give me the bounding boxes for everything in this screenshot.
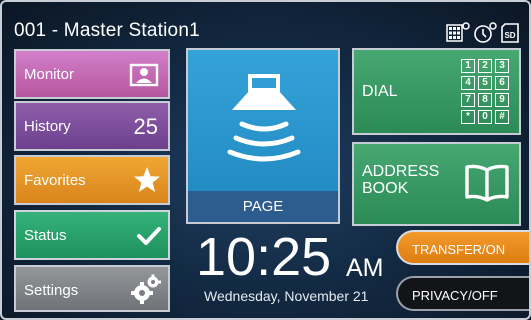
- speaker-broadcast-icon: [227, 74, 301, 162]
- keypad-key: *: [461, 110, 475, 124]
- page-button[interactable]: PAGE: [186, 48, 340, 224]
- keypad-key: #: [495, 110, 509, 124]
- keypad-key: 4: [461, 76, 475, 90]
- transfer-toggle[interactable]: TRANSFER/ON: [396, 230, 531, 265]
- keypad-key: 9: [495, 93, 509, 107]
- address-book-label-line2: BOOK: [362, 180, 409, 197]
- book-icon: [465, 164, 509, 202]
- keypad-key: 1: [461, 59, 475, 73]
- monitor-label: Monitor: [24, 66, 75, 83]
- keypad-icon: 1 2 3 4 5 6 7 8 9 * 0 #: [461, 59, 511, 125]
- keypad-key: 3: [495, 59, 509, 73]
- dial-button[interactable]: DIAL 1 2 3 4 5 6 7 8 9 * 0 #: [352, 48, 521, 135]
- svg-text:SD: SD: [504, 31, 515, 40]
- check-icon: [137, 227, 161, 245]
- timer-icon: [474, 22, 497, 43]
- status-label: Status: [24, 227, 67, 244]
- clock-ampm: AM: [346, 254, 384, 282]
- gears-icon: [131, 274, 161, 304]
- keypad-key: 0: [478, 110, 492, 124]
- settings-button[interactable]: Settings: [14, 265, 170, 312]
- station-screen: 001 - Master Station1 SD Monitor History…: [0, 0, 531, 320]
- favorites-button[interactable]: Favorites: [14, 155, 170, 205]
- sd-card-icon: SD: [501, 23, 519, 43]
- star-icon: [134, 167, 160, 192]
- history-count: 25: [133, 114, 158, 139]
- privacy-toggle[interactable]: PRIVACY/OFF: [396, 276, 531, 311]
- transfer-label: TRANSFER/ON: [412, 242, 506, 257]
- status-button[interactable]: Status: [14, 210, 170, 260]
- keypad-key: 6: [495, 76, 509, 90]
- keypad-key: 7: [461, 93, 475, 107]
- keypad-key: 2: [478, 59, 492, 73]
- settings-label: Settings: [24, 282, 79, 299]
- keypad-settings-icon: [446, 22, 470, 42]
- keypad-key: 5: [478, 76, 492, 90]
- history-label: History: [24, 118, 71, 135]
- header-bar: 001 - Master Station1 SD: [0, 0, 531, 44]
- header-status-icons: SD: [446, 22, 522, 44]
- dial-label: DIAL: [362, 83, 398, 100]
- favorites-label: Favorites: [24, 172, 86, 189]
- person-icon: [129, 63, 159, 87]
- privacy-label: PRIVACY/OFF: [412, 288, 498, 303]
- clock-date: Wednesday, November 21: [204, 288, 369, 304]
- keypad-key: 8: [478, 93, 492, 107]
- station-title: 001 - Master Station1: [14, 20, 200, 41]
- monitor-button[interactable]: Monitor: [14, 49, 170, 99]
- address-book-label-line1: ADDRESS: [362, 163, 440, 180]
- page-label: PAGE: [242, 198, 284, 215]
- clock-time: 10:25: [196, 227, 332, 287]
- address-book-button[interactable]: ADDRESS BOOK: [352, 142, 521, 226]
- history-button[interactable]: History 25: [14, 101, 170, 151]
